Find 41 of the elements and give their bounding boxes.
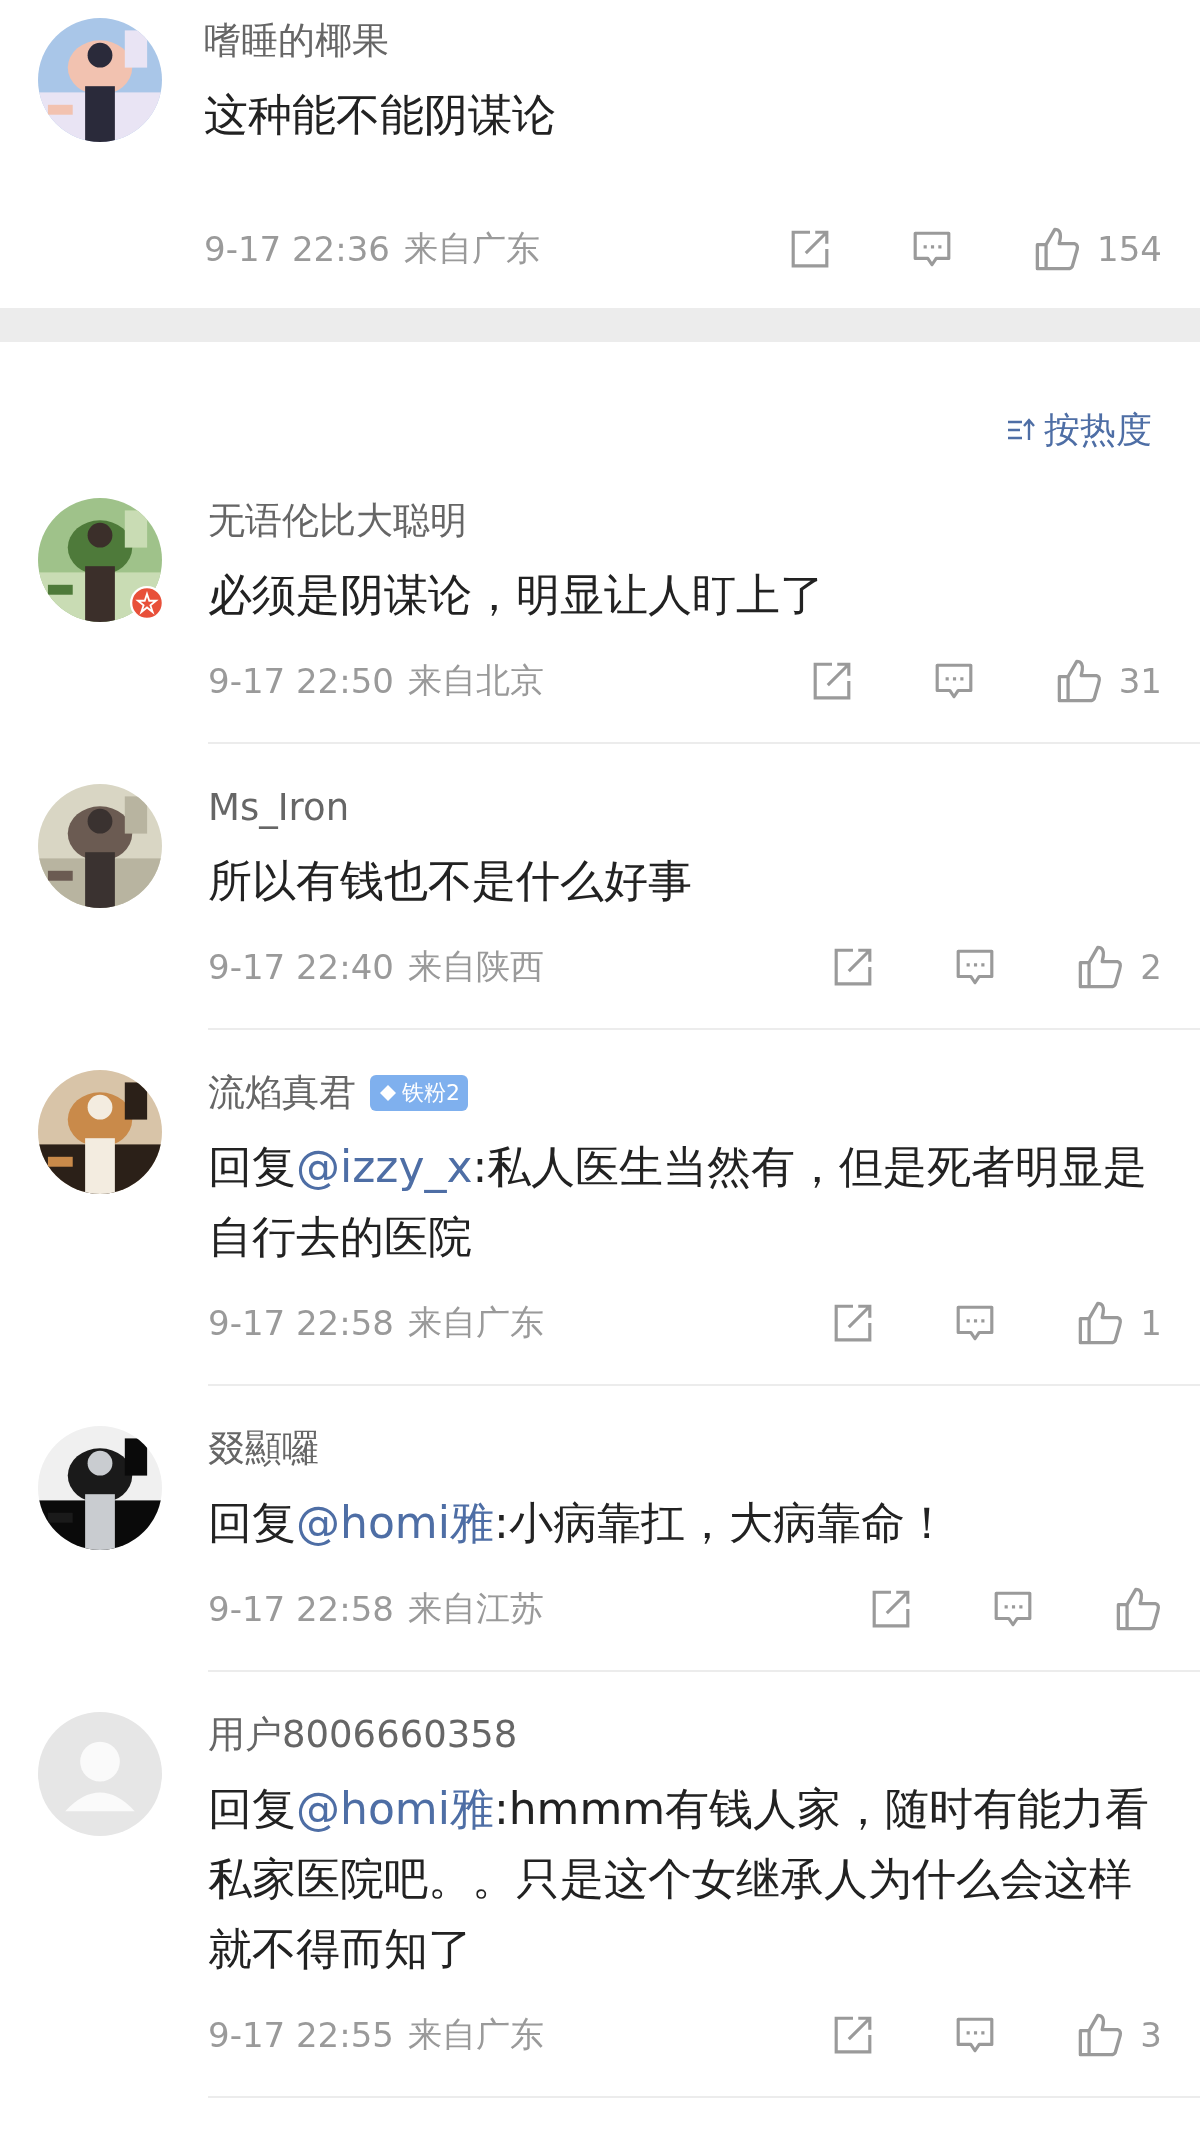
- comment-location: 来自陕西: [407, 945, 544, 988]
- mention-link[interactable]: @izzy_x: [296, 1141, 473, 1192]
- mention-link[interactable]: @homi雅: [296, 1497, 494, 1548]
- comment-time: 9-17 22:55: [208, 2015, 394, 2055]
- like-count: 2: [1140, 947, 1162, 987]
- comment-time: 9-17 22:58: [208, 1303, 394, 1343]
- author-name[interactable]: 无语伦比大聪明: [208, 496, 467, 546]
- author-name[interactable]: 用户8006660358: [208, 1710, 518, 1760]
- comment-text: 必须是阴谋论，明显让人盯上了: [208, 568, 825, 622]
- share-icon[interactable]: [870, 1588, 912, 1630]
- like-icon[interactable]: [1076, 1299, 1125, 1347]
- comment-location: 来自北京: [407, 659, 544, 702]
- author-name[interactable]: Ms_Iron: [208, 785, 350, 829]
- like-count: 1: [1140, 1303, 1162, 1343]
- comment-text: 所以有钱也不是什么好事: [208, 854, 693, 908]
- like-count: 31: [1118, 661, 1162, 701]
- comment-time: 9-17 22:36: [204, 229, 390, 269]
- comment-text: 回复@izzy_x:私人医生当然有，但是死者明显是自行去的医院: [208, 1140, 1149, 1264]
- sort-button[interactable]: 按热度: [1006, 402, 1152, 458]
- like-icon[interactable]: [1076, 943, 1125, 991]
- comment-text: 回复@homi雅:小病靠扛，大病靠命！: [208, 1496, 950, 1550]
- comment-location: 来自广东: [407, 2013, 544, 2056]
- like-count: 3: [1140, 2015, 1162, 2055]
- like-count: 154: [1097, 229, 1162, 269]
- author-name[interactable]: 嗜睡的椰果: [204, 16, 389, 66]
- comment-time: 9-17 22:58: [208, 1589, 394, 1629]
- comment-text: 回复@homi雅:hmmm有钱人家，随时有能力看私家医院吧。。只是这个女继承人为什么会这样就不得而知了: [208, 1782, 1151, 1976]
- author-name[interactable]: 叕顯囉: [208, 1424, 319, 1474]
- like-icon[interactable]: [1076, 2011, 1125, 2059]
- sort-icon: [1006, 417, 1036, 443]
- comment-location: 来自江苏: [407, 1587, 544, 1630]
- comment-time: 9-17 22:50: [208, 661, 394, 701]
- author-name[interactable]: 流焰真君: [208, 1068, 356, 1118]
- like-icon[interactable]: [1114, 1585, 1162, 1633]
- like-icon[interactable]: [1033, 225, 1082, 273]
- comment-text: 这种能不能阴谋论: [204, 88, 557, 142]
- comment-location: 来自广东: [403, 227, 540, 270]
- comment-time: 9-17 22:40: [208, 947, 394, 987]
- comment-location: 来自广东: [407, 1301, 544, 1344]
- mention-link[interactable]: @homi雅: [296, 1783, 494, 1834]
- fan-badge: 铁粉2: [370, 1075, 468, 1111]
